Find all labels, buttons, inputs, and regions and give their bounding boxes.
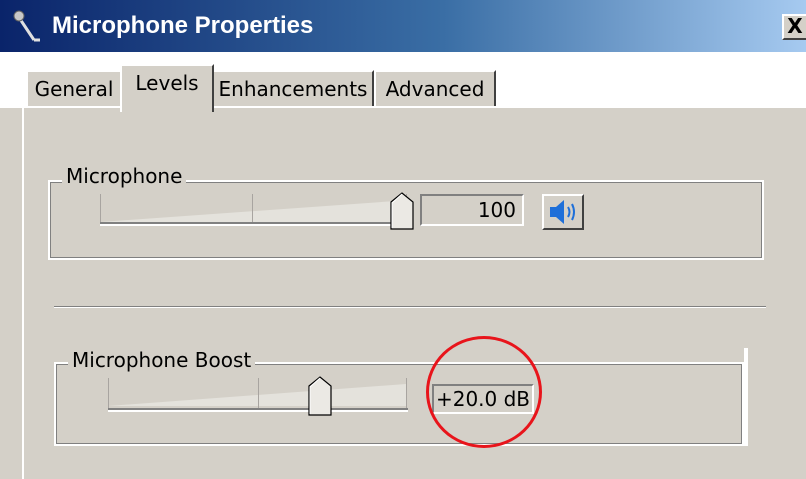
slider-tick xyxy=(252,194,253,224)
tab-label: Enhancements xyxy=(218,77,368,101)
microphone-level-value: 100 xyxy=(420,194,524,226)
slider-tick xyxy=(258,378,259,408)
section-separator xyxy=(54,306,766,308)
close-icon: X xyxy=(787,14,803,38)
window-title: Microphone Properties xyxy=(52,12,314,39)
tab-label: General xyxy=(34,77,114,101)
slider-tick xyxy=(406,378,407,408)
properties-window: Microphone Properties X General Levels E… xyxy=(0,0,806,479)
mute-button[interactable] xyxy=(542,194,584,230)
microphone-slider[interactable] xyxy=(100,192,420,232)
microphone-boost-group-label: Microphone Boost xyxy=(68,348,256,372)
group-edge-highlight xyxy=(744,348,748,446)
slider-tick xyxy=(108,378,109,408)
slider-thumb[interactable] xyxy=(390,192,414,230)
slider-track xyxy=(108,408,408,412)
slider-track xyxy=(100,222,410,226)
tab-general[interactable]: General xyxy=(26,70,122,108)
tab-advanced[interactable]: Advanced xyxy=(374,70,496,108)
tab-label: Advanced xyxy=(385,77,485,101)
slider-ramp xyxy=(100,200,410,222)
title-bar[interactable]: Microphone Properties X xyxy=(0,0,806,52)
slider-tick xyxy=(100,194,101,224)
close-button[interactable]: X xyxy=(782,14,806,40)
microphone-group-label: Microphone xyxy=(62,164,187,188)
microphone-boost-slider[interactable] xyxy=(108,374,414,418)
tab-label: Levels xyxy=(135,71,199,95)
microphone-level-text: 100 xyxy=(477,198,516,222)
annotation-circle xyxy=(426,336,542,448)
tab-enhancements[interactable]: Enhancements xyxy=(212,70,374,108)
levels-panel: Microphone 100 Microphone Boost +20.0 dB xyxy=(22,106,806,479)
tab-strip: General Levels Enhancements Advanced xyxy=(0,52,806,112)
slider-thumb[interactable] xyxy=(308,376,332,416)
tab-levels[interactable]: Levels xyxy=(120,64,214,112)
speaker-icon xyxy=(550,200,575,224)
microphone-icon xyxy=(13,10,40,42)
